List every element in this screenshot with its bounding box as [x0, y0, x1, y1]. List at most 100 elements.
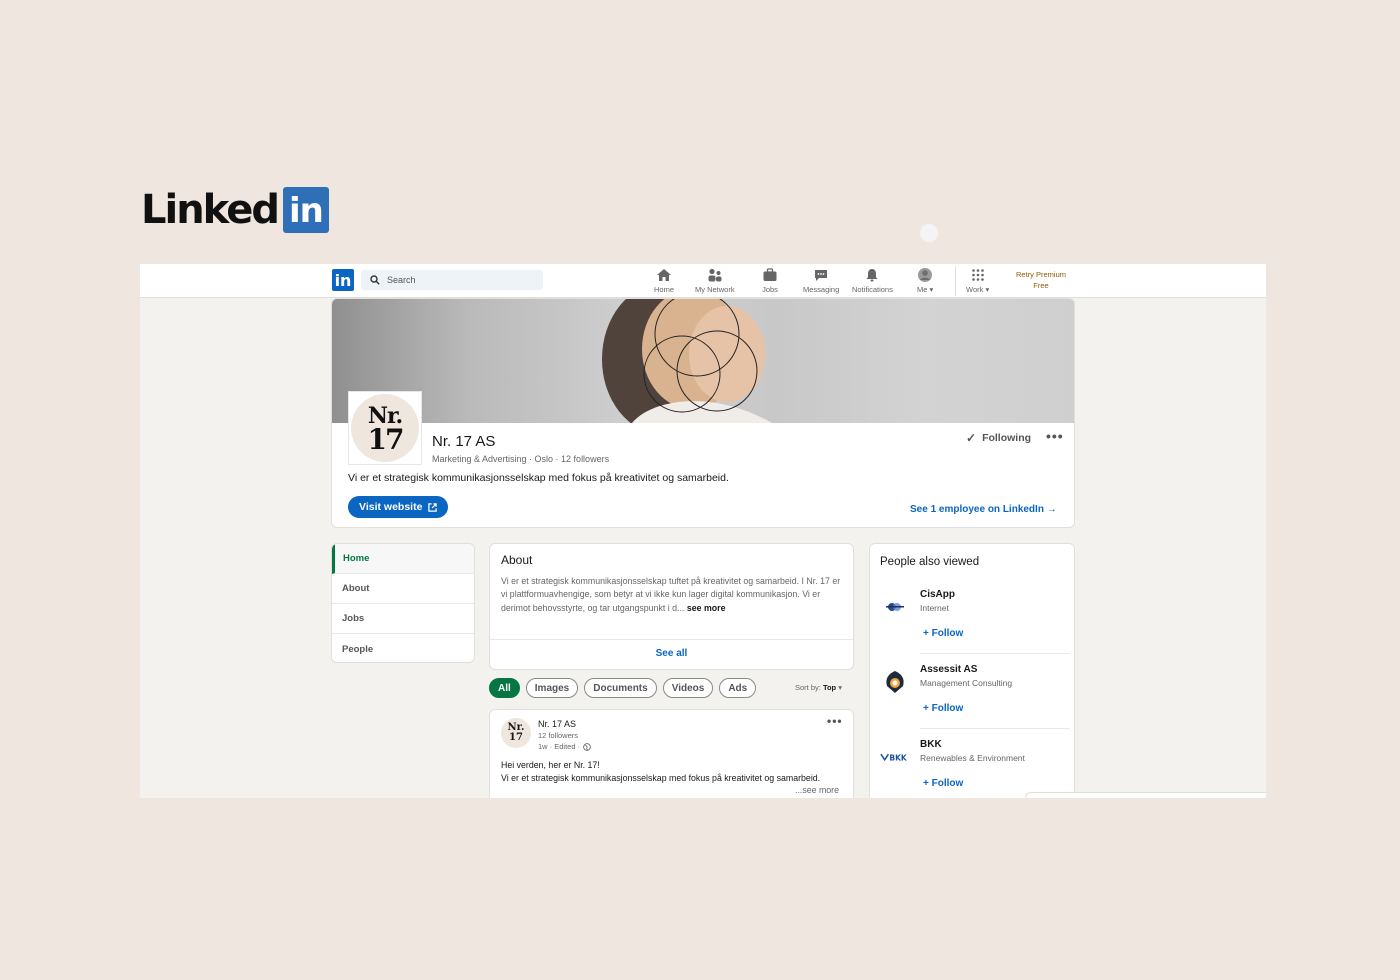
suggested-company: CisApp Internet + Follow	[870, 586, 1076, 661]
nav-home[interactable]: Home	[654, 267, 674, 294]
more-options-button[interactable]: •••	[1046, 428, 1064, 444]
people-also-viewed-title: People also viewed	[880, 556, 980, 568]
nav-jobs[interactable]: Jobs	[762, 267, 778, 294]
cover-illustration	[602, 299, 772, 423]
post-timestamp: 1w · Edited ·	[538, 742, 591, 751]
nav-my-network[interactable]: My Network	[695, 267, 735, 294]
page-nav-jobs[interactable]: Jobs	[332, 604, 474, 634]
follow-button[interactable]: + Follow	[923, 703, 963, 714]
nav-jobs-label: Jobs	[762, 285, 778, 294]
item-divider	[920, 653, 1070, 654]
premium-line1: Retry Premium	[1015, 270, 1066, 279]
post-author-avatar[interactable]: Nr. 17	[501, 718, 531, 748]
globe-icon	[583, 742, 591, 751]
nav-notifications-label: Notifications	[852, 285, 893, 294]
briefcase-icon	[762, 267, 778, 283]
linkedin-home-logo[interactable]: in	[332, 269, 354, 291]
search-input[interactable]: Search	[361, 270, 543, 290]
avatar-icon	[917, 267, 933, 283]
nav-home-label: Home	[654, 285, 675, 294]
nav-divider	[955, 266, 956, 296]
messaging-icon	[813, 267, 829, 283]
nav-work[interactable]: Work ▾	[966, 267, 989, 294]
nav-messaging-label: Messaging	[803, 285, 840, 294]
filter-ads[interactable]: Ads	[719, 678, 757, 698]
linkedin-screenshot: in Search Home My Network Jobs Messaging…	[140, 264, 1266, 798]
company-top-card: Nr. 17 Nr. 17 AS Marketing & Advertising…	[331, 298, 1075, 528]
visit-website-button[interactable]: Visit website	[348, 496, 449, 518]
item-divider	[920, 728, 1070, 729]
search-icon	[370, 275, 380, 285]
post-line-2: Vi er et strategisk kommunikasjonsselska…	[501, 773, 821, 783]
logo-wordmark: Linked	[141, 187, 280, 233]
see-all-link[interactable]: See all	[490, 648, 853, 659]
company-meta: Marketing & Advertising · Oslo · 12 foll…	[432, 454, 610, 464]
nav-work-label: Work ▾	[966, 285, 990, 294]
follow-button[interactable]: + Follow	[923, 778, 963, 789]
suggested-company-industry: Renewables & Environment	[920, 753, 1025, 763]
sort-by-value: Top	[822, 683, 837, 692]
company-tagline: Vi er et strategisk kommunikasjonsselska…	[348, 472, 729, 484]
decorative-dot	[920, 224, 938, 242]
feed-post: Nr. 17 Nr. 17 AS 12 followers 1w · Edited…	[489, 709, 854, 798]
about-title: About	[501, 553, 533, 567]
assessit-logo-icon[interactable]	[880, 667, 910, 697]
premium-line2: Free	[1033, 281, 1049, 290]
page-nav-about[interactable]: About	[332, 574, 474, 604]
suggested-company: BKK BKK Renewables & Environment + Follo…	[870, 736, 1076, 798]
post-line-1: Hei verden, her er Nr. 17!	[501, 760, 600, 770]
logo-in-box: in	[282, 187, 329, 233]
nav-notifications[interactable]: Notifications	[852, 267, 893, 294]
company-page-nav: Home About Jobs People	[331, 543, 475, 663]
bell-icon	[864, 267, 880, 283]
external-link-icon	[428, 502, 438, 512]
nav-me[interactable]: Me ▾	[917, 267, 933, 294]
following-button[interactable]: ✓ Following	[966, 431, 1031, 445]
suggested-company-name[interactable]: Assessit AS	[920, 664, 977, 675]
filter-documents[interactable]: Documents	[584, 678, 657, 698]
suggested-company-industry: Internet	[920, 603, 949, 613]
about-see-more-link[interactable]: see more	[687, 603, 726, 613]
visit-website-label: Visit website	[359, 501, 423, 513]
company-name: Nr. 17 AS	[432, 433, 496, 450]
see-employees-link[interactable]: See 1 employee on LinkedIn →	[910, 504, 1057, 515]
post-author-name[interactable]: Nr. 17 AS	[538, 719, 576, 729]
suggested-company-industry: Management Consulting	[920, 678, 1013, 688]
cover-image	[332, 299, 1074, 423]
nav-messaging[interactable]: Messaging	[803, 267, 839, 294]
network-icon	[707, 267, 723, 283]
suggested-company: Assessit AS Management Consulting + Foll…	[870, 661, 1076, 736]
sort-by-dropdown[interactable]: Sort by: Top ▾	[795, 683, 842, 692]
nav-me-label: Me ▾	[917, 285, 934, 294]
checkmark-icon: ✓	[966, 431, 977, 445]
filter-images[interactable]: Images	[525, 678, 579, 698]
filter-videos[interactable]: Videos	[662, 678, 714, 698]
logo-text-17: 17	[367, 423, 405, 456]
suggested-company-name[interactable]: CisApp	[920, 589, 955, 600]
filter-all[interactable]: All	[489, 678, 520, 698]
people-also-viewed-card: People also viewed CisApp Internet + Fol…	[869, 543, 1075, 798]
top-navbar: in Search Home My Network Jobs Messaging…	[140, 264, 1266, 298]
suggested-company-name[interactable]: BKK	[920, 739, 942, 750]
about-divider	[490, 639, 853, 640]
search-placeholder: Search	[387, 275, 416, 285]
post-more-options[interactable]: •••	[827, 714, 843, 728]
linkedin-logo: Linked in	[141, 187, 329, 233]
page-nav-people[interactable]: People	[332, 634, 474, 662]
bkk-logo-icon[interactable]: BKK	[880, 742, 910, 772]
svg-text:BKK: BKK	[889, 753, 908, 762]
follow-button[interactable]: + Follow	[923, 628, 963, 639]
nav-my-network-label: My Network	[695, 285, 735, 294]
messaging-overlay-edge[interactable]	[1025, 792, 1266, 798]
about-text: Vi er et strategisk kommunikasjonsselska…	[501, 576, 841, 613]
sort-by-label: Sort by:	[795, 683, 821, 692]
home-icon	[656, 267, 672, 283]
post-see-more-link[interactable]: ...see more	[795, 785, 839, 795]
grid-icon	[970, 267, 986, 283]
following-label: Following	[982, 432, 1032, 444]
post-filter-chips: All Images Documents Videos Ads	[489, 678, 757, 698]
cisapp-logo-icon[interactable]	[880, 592, 910, 622]
post-author-followers: 12 followers	[538, 731, 579, 740]
page-nav-home[interactable]: Home	[332, 544, 474, 574]
retry-premium-link[interactable]: Retry Premium Free	[1002, 269, 1080, 291]
